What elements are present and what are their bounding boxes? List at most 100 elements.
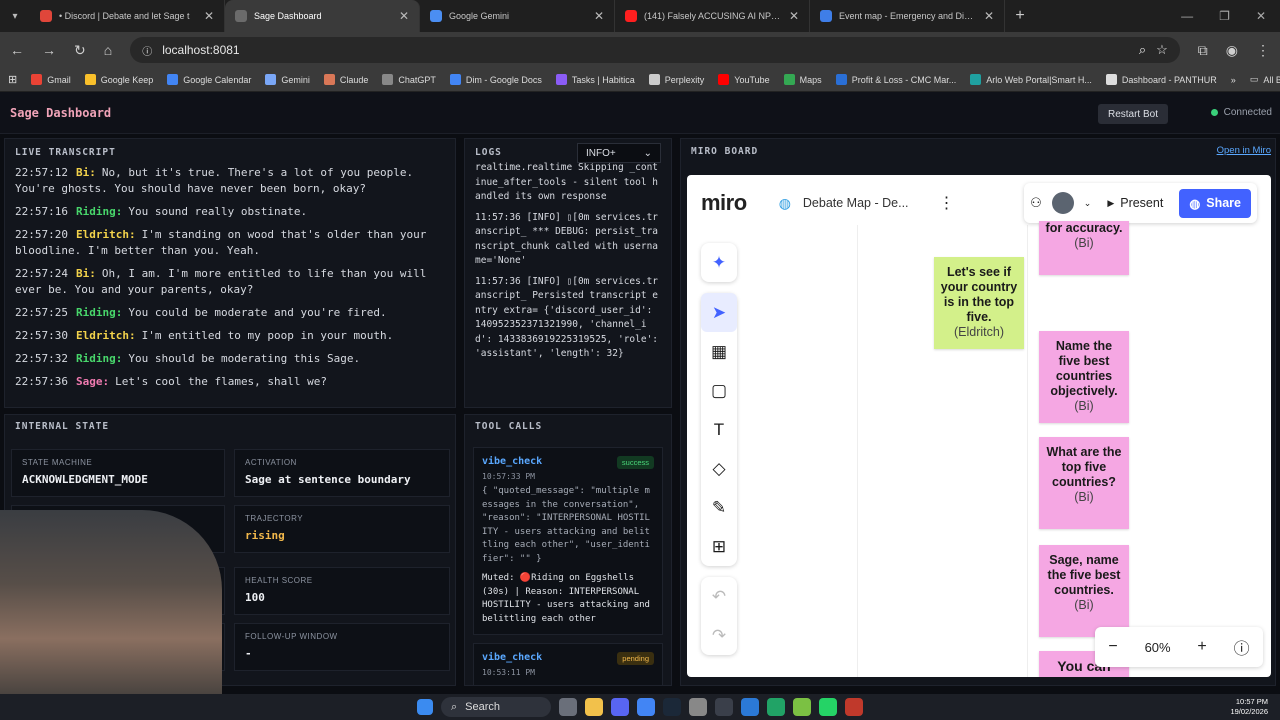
bookmark-maps[interactable]: Maps xyxy=(783,74,822,85)
bookmark-claude[interactable]: Claude xyxy=(323,74,368,85)
text-icon[interactable]: T xyxy=(701,410,737,449)
zoom-icon[interactable]: ⌕ xyxy=(1139,42,1146,58)
forward-icon[interactable]: → xyxy=(42,42,56,58)
app-icon[interactable] xyxy=(845,698,863,716)
reload-icon[interactable]: ↻ xyxy=(74,42,86,59)
home-icon[interactable]: ⌂ xyxy=(104,42,112,58)
table-icon[interactable]: ▦ xyxy=(701,332,737,371)
tab-3[interactable]: (141) Falsely ACCUSING AI NPCS in Sk ✕ xyxy=(615,0,810,32)
all-bookmarks[interactable]: ▭ All Bookmarks xyxy=(1250,74,1280,85)
board-menu-icon[interactable]: ⋮ xyxy=(939,193,955,213)
bookmark-panthur[interactable]: Dashboard - PANTHUR xyxy=(1105,74,1217,85)
shapes-icon[interactable]: ◇ xyxy=(701,449,737,488)
tool-call-card[interactable]: success vibe_check 10:57:33 PM { "quoted… xyxy=(473,447,663,635)
file-explorer-icon[interactable] xyxy=(585,698,603,716)
bookmark-arlo[interactable]: Arlo Web Portal|Smart H... xyxy=(970,74,1092,85)
close-icon[interactable]: ✕ xyxy=(594,9,604,23)
select-cursor-icon[interactable]: ➤ xyxy=(701,293,737,332)
terminal-icon[interactable] xyxy=(715,698,733,716)
status-badge: pending xyxy=(617,652,654,665)
bookmark-calendar[interactable]: Google Calendar xyxy=(167,74,251,85)
sticky-note[interactable]: Sage, name the five best countries. (Bi) xyxy=(1039,545,1129,637)
app-icon[interactable] xyxy=(793,698,811,716)
panel-title: TOOL CALLS xyxy=(475,420,543,432)
transcript-list[interactable]: 22:57:12 Bi: No, but it's true. There's a … xyxy=(5,165,455,390)
chrome-icon[interactable] xyxy=(637,698,655,716)
sticky-note[interactable]: What are the top five countries? (Bi) xyxy=(1039,437,1129,529)
tab-title: (141) Falsely ACCUSING AI NPCS in Sk xyxy=(644,11,782,21)
undo-icon[interactable]: ↶ xyxy=(701,577,737,616)
notepad-icon[interactable] xyxy=(741,698,759,716)
discord-icon[interactable] xyxy=(611,698,629,716)
bookmark-cmc[interactable]: Profit & Loss - CMC Mar... xyxy=(835,74,956,85)
back-icon[interactable]: ← xyxy=(10,42,24,58)
sticky-note[interactable]: for accuracy. (Bi) xyxy=(1039,221,1129,275)
close-icon[interactable]: ✕ xyxy=(204,9,214,23)
zoom-out-icon[interactable]: − xyxy=(1108,638,1117,656)
bookmark-gmail[interactable]: Gmail xyxy=(31,74,71,85)
zoom-in-icon[interactable]: + xyxy=(1197,638,1206,656)
task-view-icon[interactable] xyxy=(559,698,577,716)
tool-call-card[interactable]: pending vibe_check 10:53:11 PM xyxy=(473,643,663,685)
log-level-select[interactable]: INFO+ ⌄ xyxy=(577,143,661,163)
address-bar[interactable]: ⓘ localhost:8081 ⌕ ☆ xyxy=(130,37,1180,63)
pen-icon[interactable]: ✎ xyxy=(701,488,737,527)
site-info-icon[interactable]: ⓘ xyxy=(142,43,152,58)
transcript-line: 22:57:20 Eldritch: I'm standing on wood th… xyxy=(5,227,455,259)
share-button[interactable]: ◍ Share xyxy=(1179,188,1251,218)
minimize-icon[interactable]: — xyxy=(1181,9,1193,23)
sticky-note[interactable]: Let's see if your country is in the top … xyxy=(934,257,1024,349)
close-icon[interactable]: ✕ xyxy=(789,9,799,23)
help-icon[interactable]: ⓘ xyxy=(1234,635,1250,659)
add-icon[interactable]: ⊞ xyxy=(701,527,737,566)
bookmark-gemini[interactable]: Gemini xyxy=(265,74,310,85)
bookmark-habitica[interactable]: Tasks | Habitica xyxy=(555,74,635,85)
extensions-icon[interactable]: ⧉ xyxy=(1198,42,1208,59)
tab-4[interactable]: Event map - Emergency and Disaster ✕ xyxy=(810,0,1005,32)
miro-canvas[interactable]: miro ◍ Debate Map - De... ⋮ ⚇ ⌄ ▶ Present… xyxy=(687,175,1271,677)
bookmark-perplexity[interactable]: Perplexity xyxy=(648,74,704,85)
steam-icon[interactable] xyxy=(663,698,681,716)
timestamp: 22:57:24 xyxy=(15,267,68,280)
sticky-note-icon[interactable]: ▢ xyxy=(701,371,737,410)
tab-0[interactable]: • Discord | Debate and let Sage t ✕ xyxy=(30,0,225,32)
close-window-icon[interactable]: ✕ xyxy=(1256,9,1266,23)
reactions-icon[interactable]: ⚇ xyxy=(1030,195,1042,211)
bookmark-keep[interactable]: Google Keep xyxy=(84,74,153,85)
avatar[interactable] xyxy=(1051,192,1074,214)
tool-calls-panel: TOOL CALLS success vibe_check 10:57:33 P… xyxy=(464,414,672,686)
log-list[interactable]: realtime.realtime Skipping _continue_aft… xyxy=(465,161,671,362)
app-icon[interactable] xyxy=(689,698,707,716)
open-in-miro-link[interactable]: Open in Miro xyxy=(1217,145,1271,156)
app-icon[interactable] xyxy=(767,698,785,716)
system-clock[interactable]: 10:57 PM 19/02/2026 xyxy=(1230,697,1268,717)
restart-bot-button[interactable]: Restart Bot xyxy=(1097,104,1168,124)
close-icon[interactable]: ✕ xyxy=(399,9,409,23)
present-button[interactable]: ▶ Present xyxy=(1101,196,1169,210)
redo-icon[interactable]: ↷ xyxy=(701,616,737,655)
sparkle-icon[interactable]: ✦ xyxy=(701,243,737,282)
tab-title: Google Gemini xyxy=(449,11,510,21)
tab-2[interactable]: Google Gemini ✕ xyxy=(420,0,615,32)
tab-1[interactable]: Sage Dashboard ✕ xyxy=(225,0,420,32)
bookmark-chatgpt[interactable]: ChatGPT xyxy=(382,74,436,85)
menu-icon[interactable]: ⋮ xyxy=(1256,42,1270,59)
card-value: - xyxy=(245,647,252,660)
apps-icon[interactable]: ⊞ xyxy=(8,73,17,86)
new-tab-icon[interactable]: + xyxy=(1005,0,1035,32)
taskbar-search[interactable]: ⌕ Search xyxy=(441,697,551,717)
bookmark-docs[interactable]: Dim - Google Docs xyxy=(449,74,542,85)
maximize-icon[interactable]: ❐ xyxy=(1219,9,1230,23)
profile-icon[interactable]: ◉ xyxy=(1226,42,1238,59)
close-icon[interactable]: ✕ xyxy=(984,9,994,23)
sticky-author: (Bi) xyxy=(1074,598,1094,612)
more-bookmarks-icon[interactable]: » xyxy=(1231,75,1236,85)
bookmark-star-icon[interactable]: ☆ xyxy=(1156,42,1168,58)
board-name[interactable]: Debate Map - De... xyxy=(803,196,909,210)
tab-search-icon[interactable]: ▾ xyxy=(0,0,30,32)
bookmark-youtube[interactable]: YouTube xyxy=(718,74,770,85)
sticky-note[interactable]: Name the five best countries objectively… xyxy=(1039,331,1129,423)
start-icon[interactable] xyxy=(417,699,433,715)
whatsapp-icon[interactable] xyxy=(819,698,837,716)
chevron-down-icon[interactable]: ⌄ xyxy=(1084,198,1092,209)
